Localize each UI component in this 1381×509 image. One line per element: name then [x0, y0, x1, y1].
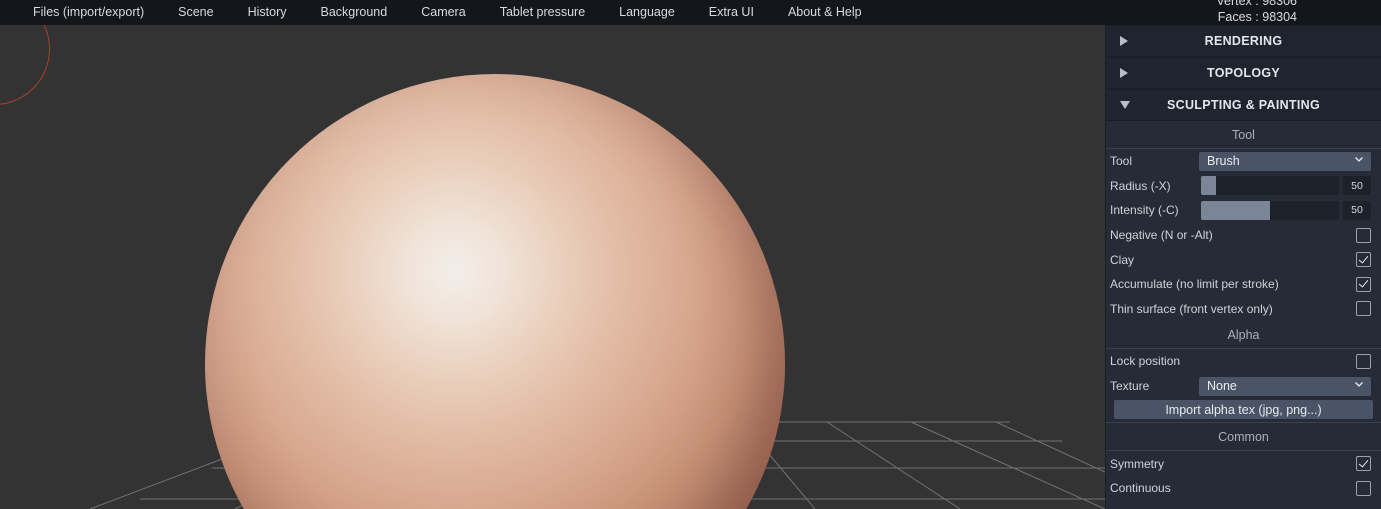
negative-checkbox[interactable] [1356, 227, 1371, 243]
tool-label: Tool [1110, 154, 1133, 169]
menu-history[interactable]: History [231, 0, 304, 25]
row-continuous: Continuous [1106, 476, 1381, 501]
accumulate-checkbox[interactable] [1356, 276, 1371, 292]
texture-select[interactable]: None [1199, 376, 1371, 396]
accumulate-label: Accumulate (no limit per stroke) [1110, 277, 1279, 292]
section-title-rendering: RENDERING [1204, 34, 1283, 48]
clay-checkbox[interactable] [1356, 252, 1371, 268]
section-title-sculpting-painting: SCULPTING & PAINTING [1167, 98, 1320, 112]
row-accumulate: Accumulate (no limit per stroke) [1106, 272, 1381, 297]
subsection-tool: Tool [1106, 121, 1381, 149]
row-tool: Tool Brush [1106, 149, 1381, 174]
lock-position-label: Lock position [1110, 354, 1181, 369]
triangle-right-icon[interactable] [1120, 68, 1128, 78]
brush-cursor-icon [0, 25, 50, 105]
intensity-value[interactable]: 50 [1343, 200, 1371, 220]
menu-language[interactable]: Language [602, 0, 692, 25]
3d-viewport[interactable] [0, 25, 1105, 509]
menu-extra-ui[interactable]: Extra UI [692, 0, 771, 25]
radius-label: Radius (-X) [1110, 178, 1171, 193]
row-intensity: Intensity (-C) 50 [1106, 198, 1381, 223]
symmetry-checkbox[interactable] [1356, 456, 1371, 472]
section-header-topology[interactable]: TOPOLOGY [1106, 57, 1381, 89]
menu-scene[interactable]: Scene [161, 0, 230, 25]
import-alpha-texture-button[interactable]: Import alpha tex (jpg, png...) [1114, 400, 1373, 420]
menu-camera[interactable]: Camera [404, 0, 482, 25]
intensity-slider[interactable] [1201, 200, 1339, 220]
chevron-down-icon [1355, 156, 1363, 162]
section-header-rendering[interactable]: RENDERING [1106, 25, 1381, 57]
row-texture: Texture None [1106, 374, 1381, 399]
continuous-label: Continuous [1110, 481, 1171, 496]
menu-files[interactable]: Files (import/export) [16, 0, 161, 25]
texture-label: Texture [1110, 379, 1150, 394]
subsection-alpha: Alpha [1106, 321, 1381, 350]
triangle-right-icon[interactable] [1120, 36, 1128, 46]
menu-tablet-pressure[interactable]: Tablet pressure [483, 0, 602, 25]
symmetry-label: Symmetry [1110, 456, 1164, 471]
negative-label: Negative (N or -Alt) [1110, 228, 1213, 243]
menu-bar: Files (import/export) Scene History Back… [0, 0, 1381, 25]
continuous-checkbox[interactable] [1356, 480, 1371, 496]
intensity-label: Intensity (-C) [1110, 203, 1179, 218]
texture-selected-value: None [1207, 379, 1237, 394]
sidebar-panel: RENDERING TOPOLOGY SCULPTING & PAINTING … [1105, 25, 1381, 509]
menu-background[interactable]: Background [304, 0, 405, 25]
chevron-down-icon [1355, 381, 1363, 387]
subsection-common: Common [1106, 423, 1381, 452]
section-title-topology: TOPOLOGY [1206, 66, 1280, 80]
radius-value[interactable]: 50 [1343, 176, 1371, 196]
tool-selected-value: Brush [1207, 154, 1240, 169]
sculptgl-application: Files (import/export) Scene History Back… [0, 0, 1381, 509]
thin-surface-label: Thin surface (front vertex only) [1110, 301, 1273, 316]
sculpt-sphere-mesh[interactable] [205, 74, 785, 509]
row-symmetry: Symmetry [1106, 451, 1381, 476]
thin-surface-checkbox[interactable] [1356, 301, 1371, 317]
menu-about-help[interactable]: About & Help [771, 0, 879, 25]
triangle-down-icon[interactable] [1120, 101, 1130, 109]
lock-position-checkbox[interactable] [1356, 353, 1371, 369]
radius-slider[interactable] [1201, 176, 1339, 196]
row-clay: Clay [1106, 247, 1381, 272]
intensity-slider-fill [1201, 200, 1270, 220]
row-negative: Negative (N or -Alt) [1106, 223, 1381, 248]
radius-slider-fill [1201, 176, 1217, 196]
clay-label: Clay [1110, 252, 1135, 267]
section-header-sculpting-painting[interactable]: SCULPTING & PAINTING [1106, 89, 1381, 121]
tool-select[interactable]: Brush [1199, 151, 1371, 171]
row-radius: Radius (-X) 50 [1106, 174, 1381, 199]
row-lock-position: Lock position [1106, 349, 1381, 374]
row-thin-surface: Thin surface (front vertex only) [1106, 297, 1381, 322]
